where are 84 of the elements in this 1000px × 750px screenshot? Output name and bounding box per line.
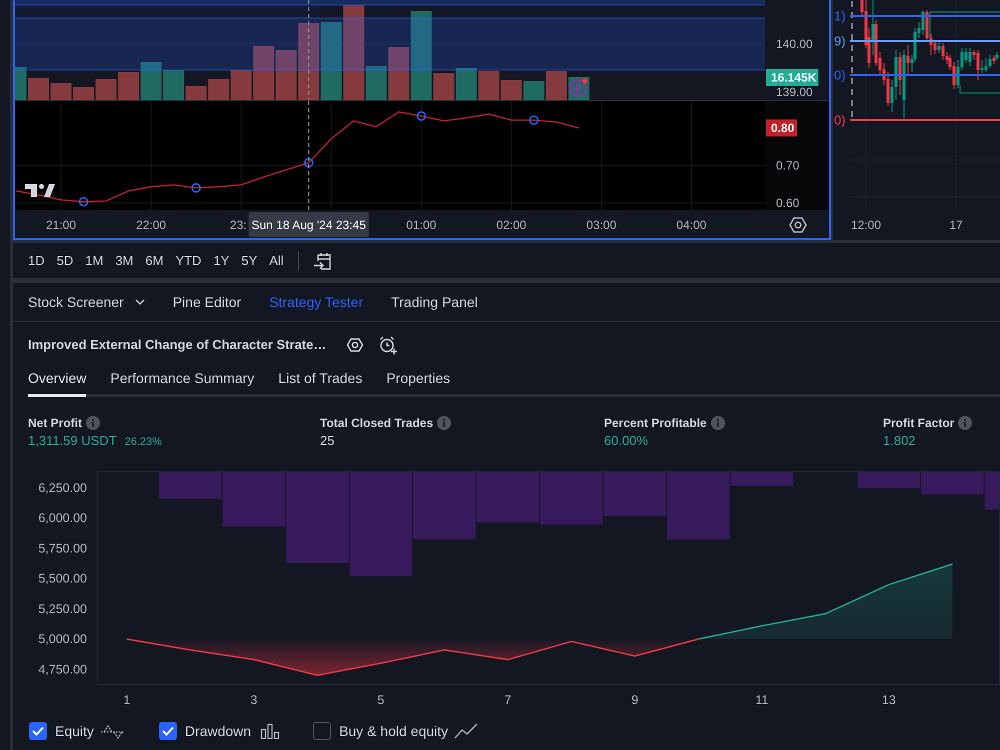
check-icon (32, 726, 44, 736)
axis-label: 01:00 (406, 218, 436, 232)
axis-label: 9 (631, 693, 638, 707)
legend-label: Drawdown (184, 722, 252, 740)
axis-label: 6,000.00 (38, 511, 87, 526)
metric-value: 60.00% (604, 433, 648, 449)
data-point (304, 158, 314, 168)
axis-label: 12:00 (850, 218, 882, 232)
crosshair-time-label: Sun 18 Aug '24 23:45 (248, 212, 369, 237)
tab[interactable]: Pine Editor (172, 287, 242, 317)
lightning-icon (569, 78, 588, 97)
axis-label: 1 (123, 693, 130, 707)
axis-label: 0.70 (776, 158, 800, 172)
axis-label: 04:00 (676, 218, 706, 232)
legend-label: Equity (55, 722, 94, 740)
metric-value: 1.802 (883, 433, 916, 449)
price-label: 139.00 (776, 85, 813, 99)
range-button[interactable]: 1D (24, 248, 49, 274)
metric-label: Net Profit (28, 415, 82, 432)
data-point (191, 183, 201, 193)
axis-label: 7 (504, 693, 512, 707)
axis-label: 3 (250, 693, 258, 707)
axis-label: 22:00 (136, 218, 166, 232)
data-point (416, 111, 426, 121)
axis-label: 02:00 (496, 218, 526, 232)
tab[interactable]: Strategy Tester (269, 287, 364, 317)
range-button[interactable]: YTD (171, 248, 206, 274)
settings-icon[interactable] (346, 336, 364, 354)
range-button[interactable]: 5Y (237, 248, 262, 274)
metric-percent: 26.23% (124, 435, 162, 450)
check-icon (162, 726, 174, 736)
range-button[interactable]: 6M (141, 248, 168, 274)
axis-label: 5 (377, 693, 384, 707)
level-label: 0) (834, 112, 846, 128)
axis-label: 13 (882, 693, 896, 707)
metric-value: 1,311.59 USDT (28, 433, 117, 449)
calendar-icon[interactable] (312, 250, 333, 270)
range-button[interactable]: All (265, 248, 288, 274)
axis-label: 5,000.00 (38, 632, 87, 646)
data-point (529, 115, 539, 125)
tab[interactable]: Trading Panel (391, 287, 478, 317)
line-wave-icon (100, 723, 126, 739)
volume-value-label: 16.145K (766, 69, 818, 86)
line-chart-icon (454, 723, 478, 739)
tab[interactable]: Stock Screener (28, 287, 145, 317)
data-point (78, 197, 88, 206)
metric-label: Percent Profitable (604, 415, 707, 432)
level-label: 1) (834, 8, 846, 24)
tab[interactable]: Properties (386, 368, 450, 397)
axis-label: 5,250.00 (38, 602, 87, 616)
axis-label: 21:00 (46, 218, 76, 232)
checkbox[interactable] (158, 722, 177, 740)
tab[interactable]: Performance Summary (110, 368, 254, 397)
axis-label: 5,500.00 (38, 572, 87, 586)
axis-label: 4,750.00 (38, 662, 87, 676)
checkbox[interactable] (29, 722, 47, 740)
alarm-plus-icon[interactable] (378, 335, 398, 355)
metric-value: 25 (320, 433, 334, 449)
settings-icon[interactable] (789, 217, 807, 233)
axis-label: 17 (949, 218, 963, 232)
metric-label: Profit Factor (883, 415, 954, 432)
logo-icon (25, 184, 55, 197)
last-value-label: 0.80 (766, 119, 797, 136)
range-button[interactable]: 3M (111, 248, 138, 274)
legend-label: Buy & hold equity (339, 722, 448, 740)
range-button[interactable]: 5D (52, 248, 78, 274)
tab[interactable]: List of Trades (278, 368, 362, 397)
axis-label: 03:00 (586, 218, 616, 232)
level-label: 9) (834, 34, 846, 48)
price-label: 140.00 (776, 37, 813, 51)
tab[interactable]: Overview (28, 368, 86, 397)
axis-label: 11 (755, 693, 768, 707)
axis-label: 0.60 (776, 196, 800, 210)
level-label: 0) (834, 68, 846, 82)
axis-label: 6,250.00 (38, 480, 87, 495)
axis-label: 5,750.00 (38, 541, 87, 556)
axis-label: 23: (230, 218, 247, 232)
bar-chart-icon (260, 723, 280, 739)
metric-label: Total Closed Trades (320, 415, 434, 432)
range-button[interactable]: 1M (81, 248, 108, 274)
strategy-title: Improved External Change of Character Strate… (28, 336, 326, 354)
ref-line-label: Sun 18 Aug '24 23:45 (251, 218, 366, 232)
range-button[interactable]: 1Y (209, 248, 234, 274)
checkbox[interactable] (313, 722, 332, 740)
